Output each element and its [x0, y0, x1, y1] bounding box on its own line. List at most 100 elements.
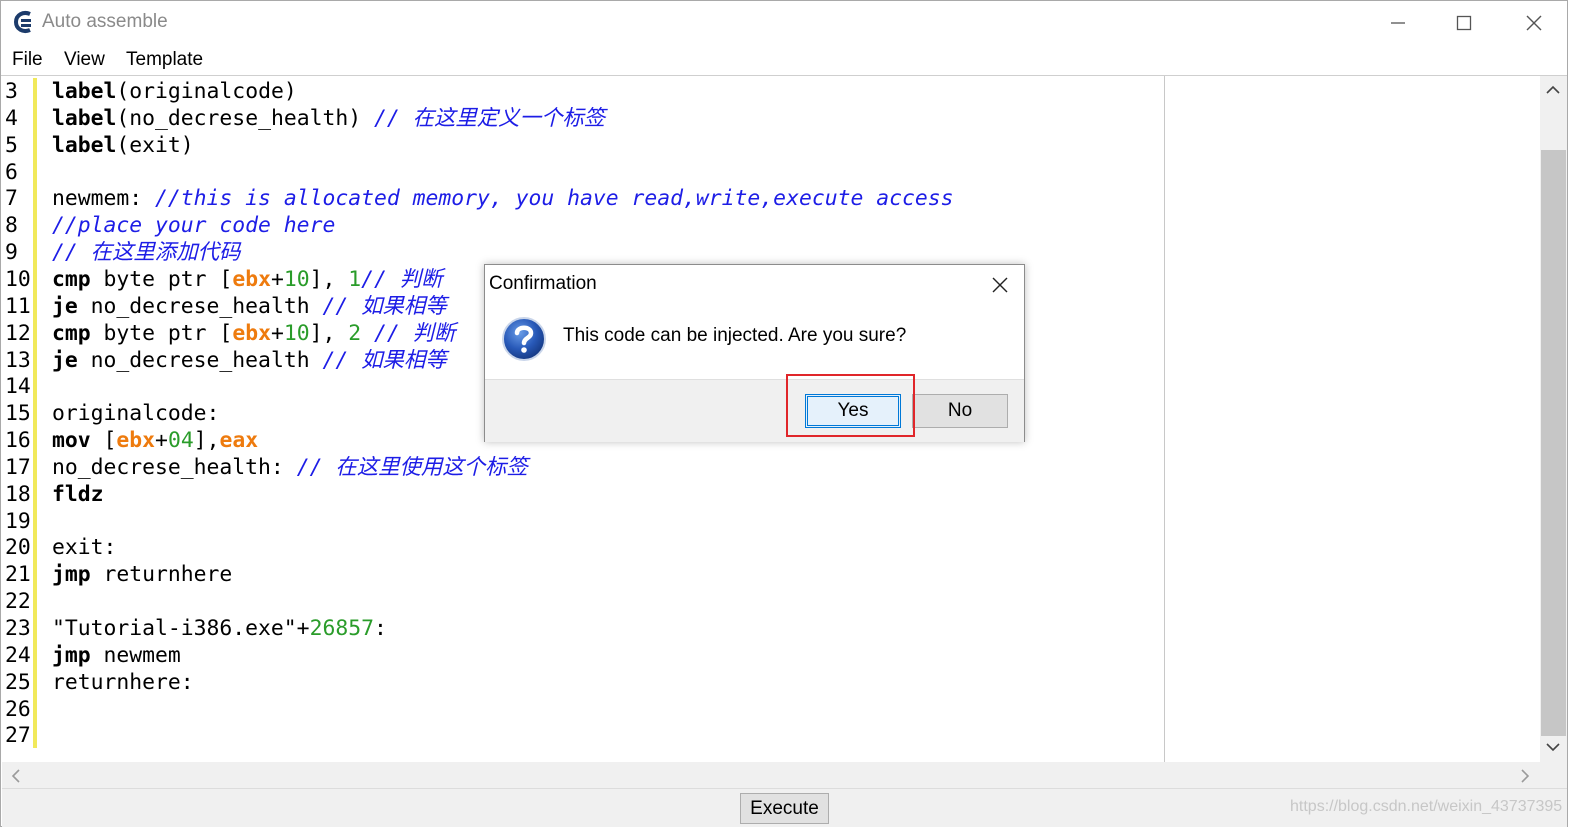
code-token: originalcode:	[52, 401, 220, 427]
code-token: 26857	[309, 616, 374, 641]
code-token: :	[373, 616, 387, 641]
code-token: // 在这里定义一个标签	[373, 105, 606, 131]
code-line[interactable]: 20 exit:	[2, 534, 1162, 561]
code-line[interactable]: 3 label(originalcode)	[2, 78, 1162, 105]
code-token: 10	[283, 320, 310, 346]
scroll-left-icon[interactable]	[11, 769, 21, 783]
maximize-icon	[1456, 15, 1472, 31]
menu-view[interactable]: View	[64, 49, 105, 71]
code-token: label	[52, 132, 117, 158]
code-text: cmp byte ptr [ebx+10], 1// 判断	[52, 266, 443, 293]
code-token: jmp	[52, 642, 91, 668]
code-text: exit:	[52, 534, 116, 561]
line-number: 15	[5, 401, 31, 427]
dialog-close-button[interactable]	[982, 271, 1018, 299]
dialog-title: Confirmation	[489, 273, 597, 294]
code-token: ],	[193, 428, 220, 454]
code-line[interactable]: 25 returnhere:	[2, 669, 1162, 696]
line-number: 25	[5, 669, 31, 695]
code-line[interactable]: 18 fldz	[2, 481, 1162, 508]
code-text: "Tutorial-i386.exe"+26857:	[52, 615, 387, 642]
code-token: jmp	[52, 562, 91, 588]
code-text: label(exit)	[52, 132, 194, 159]
code-line[interactable]: 19	[2, 508, 1162, 535]
code-line[interactable]: 23 "Tutorial-i386.exe"+26857:	[2, 615, 1162, 642]
vertical-scroll-thumb[interactable]	[1541, 150, 1566, 736]
code-token: (exit)	[116, 132, 194, 158]
code-line[interactable]: 24 jmp newmem	[2, 642, 1162, 669]
line-number: 22	[5, 589, 31, 615]
code-line[interactable]: 5 label(exit)	[2, 132, 1162, 159]
code-text: je no_decrese_health // 如果相等	[52, 347, 447, 374]
close-icon	[992, 277, 1008, 293]
line-number: 21	[5, 562, 31, 588]
code-token: label	[52, 79, 117, 104]
confirmation-dialog: Confirmation This code can be injected. …	[484, 264, 1025, 442]
code-token: +	[270, 266, 284, 292]
code-token: label	[52, 105, 117, 131]
code-text: je no_decrese_health // 如果相等	[52, 293, 447, 320]
code-token: returnhere	[90, 562, 233, 588]
menu-template[interactable]: Template	[126, 49, 203, 71]
code-line[interactable]: 17 no_decrese_health: // 在这里使用这个标签	[2, 454, 1162, 481]
highlight-frame	[786, 374, 915, 437]
code-text: jmp newmem	[52, 642, 181, 669]
scroll-down-icon[interactable]	[1546, 742, 1560, 752]
scroll-right-icon[interactable]	[1520, 769, 1530, 783]
code-token: // 在这里使用这个标签	[296, 454, 528, 480]
title-bar[interactable]: Auto assemble	[1, 1, 1567, 45]
code-text: mov [ebx+04],eax	[52, 427, 258, 454]
code-line[interactable]: 26	[2, 696, 1162, 723]
code-line[interactable]: 22	[2, 588, 1162, 615]
code-token: +	[155, 428, 168, 454]
line-number: 8	[5, 213, 18, 239]
code-token: no_decrese_health:	[52, 454, 297, 480]
minimize-button[interactable]	[1363, 1, 1433, 45]
code-token: //place your code here	[52, 213, 336, 239]
code-token: ebx	[232, 320, 271, 346]
code-token: // 判断	[361, 266, 443, 292]
menu-bar: File View Template	[1, 45, 1567, 76]
code-text: returnhere:	[52, 669, 194, 696]
code-line[interactable]: 27	[2, 722, 1162, 749]
horizontal-scrollbar[interactable]	[2, 762, 1567, 788]
right-margin-line	[1164, 76, 1165, 762]
code-token: // 在这里添加代码	[52, 240, 241, 266]
cheat-engine-icon	[13, 11, 31, 33]
watermark: https://blog.csdn.net/weixin_43737395	[1290, 798, 1563, 815]
code-token: (no_decrese_health)	[116, 105, 374, 131]
execute-button[interactable]: Execute	[740, 793, 829, 824]
code-text: //place your code here	[52, 212, 335, 239]
maximize-button[interactable]	[1429, 1, 1499, 45]
code-text: jmp returnhere	[52, 561, 232, 588]
menu-file[interactable]: File	[12, 49, 43, 71]
code-token: newmem	[90, 642, 181, 668]
code-token: returnhere:	[52, 669, 194, 695]
code-token: exit:	[52, 535, 117, 561]
minimize-icon	[1391, 22, 1405, 24]
code-token: // 判断	[361, 320, 456, 346]
code-line[interactable]: 9 // 在这里添加代码	[2, 239, 1162, 266]
close-button[interactable]	[1499, 1, 1569, 45]
code-line[interactable]: 6	[2, 159, 1162, 186]
dialog-message: This code can be injected. Are you sure?	[563, 325, 907, 346]
code-line[interactable]: 21 jmp returnhere	[2, 561, 1162, 588]
line-number: 6	[5, 159, 18, 185]
code-token: mov	[52, 428, 91, 454]
line-number: 7	[5, 186, 18, 212]
no-button[interactable]: No	[912, 394, 1008, 428]
code-line[interactable]: 4 label(no_decrese_health) // 在这里定义一个标签	[2, 105, 1162, 132]
code-token: byte ptr [	[90, 320, 233, 346]
code-line[interactable]: 8 //place your code here	[2, 212, 1162, 239]
vertical-scrollbar[interactable]	[1540, 76, 1567, 762]
line-number: 5	[5, 132, 18, 158]
close-icon	[1526, 15, 1542, 31]
line-number: 13	[5, 347, 31, 373]
code-token: 1	[348, 266, 362, 292]
code-token: no_decrese_health	[77, 293, 323, 319]
scroll-up-icon[interactable]	[1546, 85, 1560, 95]
code-token: // 如果相等	[322, 293, 447, 319]
code-token: [	[90, 428, 117, 454]
code-token: 10	[283, 266, 310, 292]
code-line[interactable]: 7 newmem: //this is allocated memory, you…	[2, 185, 1162, 212]
